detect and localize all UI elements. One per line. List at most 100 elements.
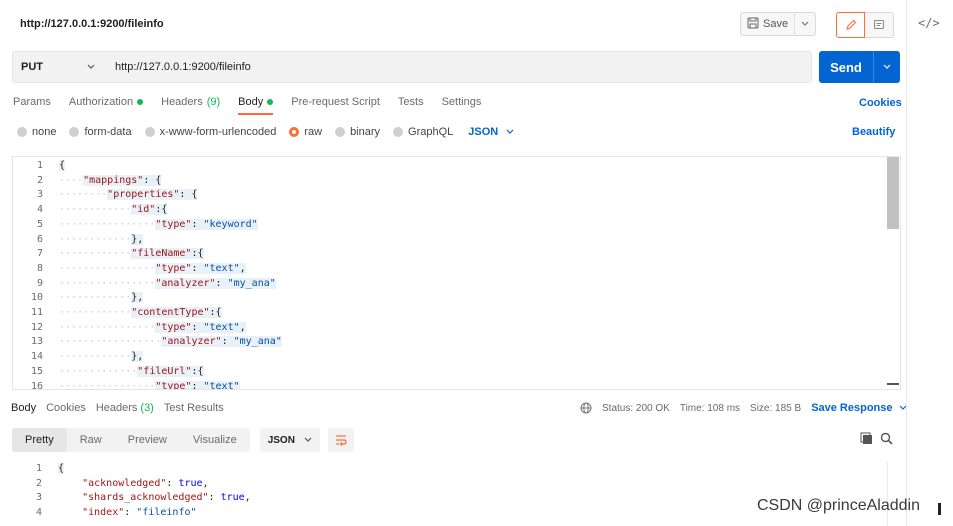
radio-x-www-form-urlencoded[interactable]: x-www-form-urlencoded <box>144 126 276 138</box>
save-group: Save <box>740 12 816 36</box>
indent-guide: ················ <box>59 262 156 274</box>
radio-binary[interactable]: binary <box>335 126 380 138</box>
editor-line[interactable]: 14 ············}, <box>13 350 887 365</box>
code-content: "analyzer": "my_ana" <box>161 336 282 348</box>
editor-line[interactable]: 2 ····"mappings": { <box>13 174 887 189</box>
tab-pre-request-script[interactable]: Pre-request Script <box>291 96 380 115</box>
view-preview[interactable]: Preview <box>115 428 180 452</box>
response-tab-label: Cookies <box>46 402 86 414</box>
status-code[interactable]: Status: 200 OK <box>602 403 670 414</box>
response-line[interactable]: 3 "shards_acknowledged": true, <box>12 491 886 506</box>
send-button[interactable]: Send <box>819 51 900 83</box>
response-line[interactable]: 2 "acknowledged": true, <box>12 477 886 492</box>
comments-button[interactable] <box>865 12 894 38</box>
url-input[interactable] <box>103 61 783 73</box>
line-number: 16 <box>30 380 43 390</box>
radio-circle-icon <box>335 127 346 137</box>
send-options-dropdown[interactable] <box>873 51 900 83</box>
radio-form-data[interactable]: form-data <box>69 126 132 138</box>
editor-line[interactable]: 15 ·············"fileUrl":{ <box>13 365 887 380</box>
response-line[interactable]: 1{ <box>12 462 886 477</box>
radio-raw[interactable]: raw <box>289 126 322 138</box>
chevron-down-icon <box>801 21 809 26</box>
editor-line[interactable]: 9 ················"analyzer": "my_ana" <box>13 277 887 292</box>
code-content: "analyzer": "my_ana" <box>155 277 276 289</box>
radio-none[interactable]: none <box>17 126 56 138</box>
beautify-link[interactable]: Beautify <box>852 126 895 138</box>
method-select[interactable]: PUT <box>13 61 103 73</box>
code-text: ·················"analyzer": "my_ana" <box>59 335 282 350</box>
editor-resize-handle[interactable] <box>887 383 899 385</box>
view-visualize[interactable]: Visualize <box>180 428 250 452</box>
editor-scrollbar[interactable] <box>887 157 899 229</box>
status-dot-icon <box>267 99 274 105</box>
editor-line[interactable]: 8 ················"type": "text", <box>13 262 887 277</box>
code-text: ·············"fileUrl":{ <box>59 365 204 380</box>
tab-tests[interactable]: Tests <box>398 96 424 115</box>
code-content: "fileName":{ <box>131 248 204 260</box>
wrap-lines-button[interactable] <box>327 428 354 452</box>
response-body[interactable]: 1{2 "acknowledged": true, 3 "shards_ackno… <box>12 462 901 526</box>
body-format-label: JSON <box>468 126 499 138</box>
response-tab-headers[interactable]: Headers (3) <box>96 402 154 414</box>
copy-icon[interactable] <box>860 432 873 448</box>
save-response-button[interactable]: Save Response <box>811 402 906 414</box>
save-button[interactable]: Save <box>741 13 796 35</box>
tab-count: (9) <box>206 96 221 108</box>
cookies-link[interactable]: Cookies <box>859 97 902 109</box>
editor-line[interactable]: 3 ········"properties": { <box>13 188 887 203</box>
code-snippet-icon[interactable]: </> <box>918 16 940 30</box>
editor-line[interactable]: 16 ················"type": "text" <box>13 380 887 390</box>
indent-guide: ················· <box>59 336 162 348</box>
editor-line[interactable]: 13 ·················"analyzer": "my_ana" <box>13 335 887 350</box>
response-view-switcher: Pretty Raw Preview Visualize <box>12 428 250 452</box>
url-bar: PUT <box>12 51 812 83</box>
indent-guide: ············ <box>59 307 132 318</box>
line-number: 1 <box>36 160 43 171</box>
editor-line[interactable]: 11 ············"contentType":{ <box>13 306 887 321</box>
code-content: "type": "text", <box>155 262 246 274</box>
response-tab-label: Body <box>11 402 37 414</box>
response-tab-body[interactable]: Body <box>11 402 36 414</box>
radio-graphql[interactable]: GraphQL <box>393 126 453 138</box>
view-mode-toggle <box>836 12 894 38</box>
tab-headers[interactable]: Headers (9) <box>161 96 220 115</box>
response-line[interactable]: 4 "index": "fileinfo" <box>12 506 886 521</box>
request-title[interactable]: http://127.0.0.1:9200/fileinfo <box>20 18 164 30</box>
tab-body[interactable]: Body <box>238 96 274 115</box>
tab-label: Headers <box>161 96 203 108</box>
editor-line[interactable]: 1{ <box>13 159 887 174</box>
request-body-editor[interactable]: 1{2 ····"mappings": {3 ········"properties… <box>12 156 901 390</box>
response-time[interactable]: Time: 108 ms <box>680 403 740 414</box>
code-content: "mappings": { <box>83 174 162 186</box>
tab-settings[interactable]: Settings <box>442 96 482 115</box>
body-format-select[interactable]: JSON <box>468 126 514 138</box>
editor-line[interactable]: 4 ············"id":{ <box>13 203 887 218</box>
editor-line[interactable]: 5 ················"type": "keyword" <box>13 218 887 233</box>
view-raw[interactable]: Raw <box>67 428 115 452</box>
save-options-dropdown[interactable] <box>795 13 815 35</box>
indent-guide: ················ <box>59 218 156 230</box>
radio-label: form-data <box>84 126 132 138</box>
response-tab-test-results[interactable]: Test Results <box>164 402 224 414</box>
response-format-select[interactable]: JSON <box>259 428 320 452</box>
send-label: Send <box>830 59 862 75</box>
editor-line[interactable]: 7 ············"fileName":{ <box>13 247 887 262</box>
response-tab-cookies[interactable]: Cookies <box>46 402 86 414</box>
code-text: "shards_acknowledged": true, <box>58 491 251 506</box>
response-scrollbar[interactable] <box>887 462 901 526</box>
response-size[interactable]: Size: 185 B <box>750 403 801 414</box>
search-icon[interactable] <box>880 432 893 448</box>
editor-line[interactable]: 12 ················"type": "text", <box>13 321 887 336</box>
line-number: 1 <box>35 463 42 474</box>
tab-authorization[interactable]: Authorization <box>69 96 144 115</box>
tab-params[interactable]: Params <box>13 96 51 115</box>
view-pretty[interactable]: Pretty <box>12 428 67 452</box>
save-label: Save <box>763 18 789 30</box>
code-content: "type": "text", <box>155 321 246 333</box>
status-dot-icon <box>137 99 144 105</box>
indent-guide: ············ <box>59 351 132 363</box>
editor-line[interactable]: 10 ············}, <box>13 291 887 306</box>
editor-line[interactable]: 6 ············}, <box>13 233 887 248</box>
edit-mode-button[interactable] <box>836 12 865 38</box>
